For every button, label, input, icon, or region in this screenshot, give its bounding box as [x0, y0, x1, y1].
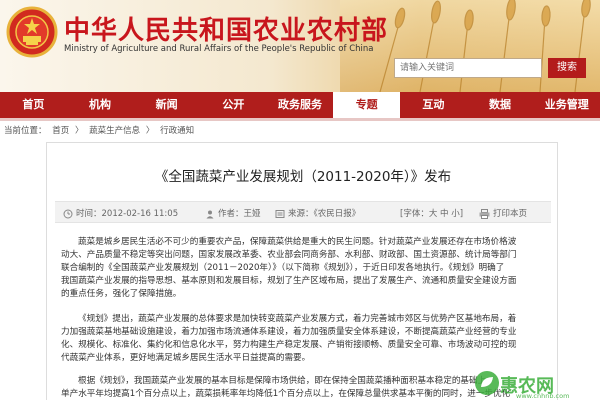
main-nav: 首页 机构 新闻 公开 政务服务 专题 互动 数据 业务管理 — [0, 92, 600, 118]
source-icon — [275, 209, 285, 218]
nav-item-topics[interactable]: 专题 — [333, 92, 401, 118]
breadcrumb: 当前位置： 首页 〉 蔬菜生产信息 〉 行政通知 — [4, 124, 197, 136]
paragraph-line: 动大、产品质量不稳定等突出问题，国家发展改革委、农业部会同商务部、水利部、财政部… — [61, 250, 517, 260]
meta-author: 作者：王娅 — [205, 207, 261, 219]
print-button[interactable]: 打印本页 — [479, 207, 527, 219]
paragraph-line: 我国蔬菜产业发展的指导思想、基本原则和发展目标，规划了生产区域布局，提出了发展生… — [61, 276, 517, 286]
breadcrumb-home-link[interactable]: 首页 — [52, 126, 69, 136]
breadcrumb-separator: 〉 — [145, 126, 155, 136]
site-subtitle: Ministry of Agriculture and Rural Affair… — [64, 44, 374, 54]
site-header: 中华人民共和国农业农村部 Ministry of Agriculture and… — [0, 0, 600, 92]
article-card: 《全国蔬菜产业发展规划（2011-2020年）》发布 时间：2012-02-16… — [46, 142, 558, 400]
printer-icon — [479, 208, 490, 219]
search-button[interactable]: 搜索 — [548, 58, 586, 78]
leaf-logo-icon — [475, 371, 499, 395]
print-label: 打印本页 — [493, 209, 528, 219]
paragraph-line: 《规划》提出，蔬菜产业发展的总体要求是加快转变蔬菜产业发展方式，着力完善城市郊区… — [78, 314, 517, 324]
site-title: 中华人民共和国农业农村部 — [64, 16, 389, 46]
nav-item-business[interactable]: 业务管理 — [533, 92, 600, 118]
user-icon — [206, 210, 214, 218]
paragraph-line: 代蔬菜产业体系，更好地满足城乡居民生活水平日益提高的需要。 — [61, 353, 311, 363]
article-paragraph-1: 蔬菜是城乡居民生活必不可少的重要农产品，保障蔬菜供给是重大的民生问题。针对蔬菜产… — [61, 236, 549, 301]
article-title: 《全国蔬菜产业发展规划（2011-2020年）》发布 — [154, 169, 452, 185]
nav-item-organization[interactable]: 机构 — [67, 92, 134, 118]
paragraph-line: 联合编制的《全国蔬菜产业发展规划（2011－2020年）》（以下简称《规划》），… — [61, 263, 505, 273]
paragraph-line: 蔬菜是城乡居民生活必不可少的重要农产品，保障蔬菜供给是重大的民生问题。针对蔬菜产… — [78, 237, 517, 247]
nav-item-news[interactable]: 新闻 — [133, 92, 200, 118]
watermark: 惠农网 www.cnhnb.com — [470, 368, 600, 400]
paragraph-line: 力加强蔬菜基地基础设施建设，着力加强市场流通体系建设，着力加强质量安全体系建设，… — [61, 327, 517, 337]
paragraph-line: 的重点任务，强化了保障措施。 — [61, 289, 182, 299]
search-input[interactable] — [394, 58, 542, 78]
nav-divider — [0, 118, 600, 121]
page: 中华人民共和国农业农村部 Ministry of Agriculture and… — [0, 0, 600, 400]
meta-source: 来源：《农民日报》 — [275, 207, 360, 219]
meta-source-text: 来源：《农民日报》 — [288, 209, 361, 219]
article-meta-bar: 时间：2012-02-16 11:05 作者：王娅 来源：《农民日报》 [字体：… — [55, 201, 551, 223]
nav-item-data[interactable]: 数据 — [467, 92, 534, 118]
nav-item-public[interactable]: 公开 — [200, 92, 267, 118]
meta-author-text: 作者：王娅 — [218, 209, 261, 219]
national-emblem-icon — [6, 6, 58, 58]
clock-icon — [63, 209, 73, 218]
watermark-url: www.cnhnb.com — [516, 392, 570, 400]
meta-date-text: 时间：2012-02-16 11:05 — [76, 209, 179, 219]
paragraph-line: 化、规模化、标准化、集约化和信息化水平，努力构建生产稳定发展、产销衔接顺畅、质量… — [61, 340, 517, 350]
nav-item-home[interactable]: 首页 — [0, 92, 67, 118]
breadcrumb-prefix: 当前位置： — [4, 126, 47, 136]
article-paragraph-2: 《规划》提出，蔬菜产业发展的总体要求是加快转变蔬菜产业发展方式，着力完善城市郊区… — [61, 313, 549, 365]
nav-item-services[interactable]: 政务服务 — [267, 92, 334, 118]
meta-date: 时间：2012-02-16 11:05 — [63, 207, 178, 219]
breadcrumb-vegetable-link[interactable]: 蔬菜生产信息 — [89, 126, 140, 136]
nav-item-interaction[interactable]: 互动 — [400, 92, 467, 118]
breadcrumb-notice-link[interactable]: 行政通知 — [160, 126, 194, 136]
font-size-switcher[interactable]: [字体：大 中 小] — [400, 207, 463, 219]
breadcrumb-separator: 〉 — [74, 126, 84, 136]
